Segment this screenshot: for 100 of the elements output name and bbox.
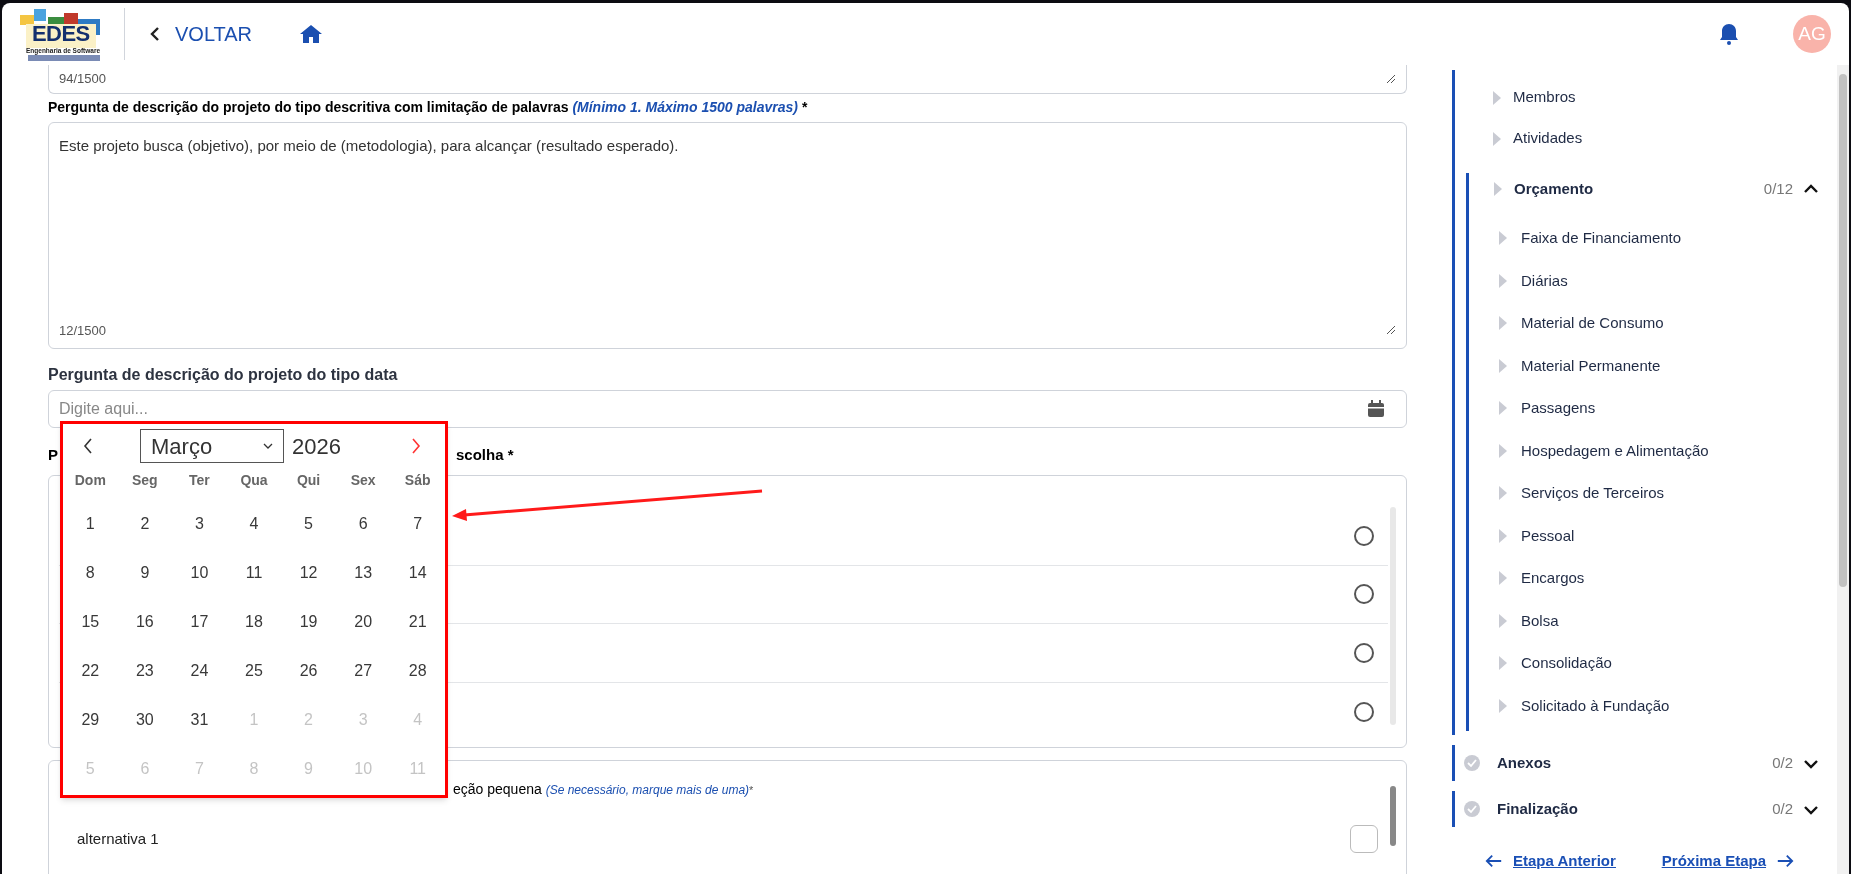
arrow-right-icon [1776, 853, 1794, 868]
calendar-day[interactable]: 28 [390, 646, 445, 695]
weekday-label: Dom [73, 470, 107, 490]
weekday-label: Qua [239, 470, 269, 490]
caret-right-icon [1499, 613, 1507, 628]
calendar-day[interactable]: 26 [281, 646, 336, 695]
sidebar-item[interactable]: Material Permanente [1521, 354, 1661, 377]
text-area[interactable]: 94/1500 [48, 65, 1407, 94]
caret-right-icon [1499, 528, 1507, 543]
calendar-day[interactable]: 16 [117, 597, 173, 646]
text-area-value: Este projeto busca (objetivo), por meio de (metodologia), para alcançar (resultado esperado). [59, 136, 680, 156]
sidebar-item[interactable]: Material de Consumo [1521, 312, 1664, 335]
previous-step-button[interactable]: Etapa Anterior [1485, 849, 1616, 872]
progress-count: 0/2 [1772, 752, 1793, 773]
text-area[interactable]: Este projeto busca (objetivo), por meio de (metodologia), para alcançar (resultado esperado). 12/1500 [48, 122, 1407, 349]
calendar-day[interactable]: 9 [117, 548, 173, 597]
calendar-day[interactable]: 18 [226, 597, 282, 646]
calendar-day[interactable]: 4 [226, 499, 282, 548]
calendar-day[interactable]: 23 [117, 646, 173, 695]
sidebar-item[interactable]: Hospedagem e Alimentação [1521, 439, 1709, 462]
next-step-button[interactable]: Próxima Etapa [1661, 849, 1794, 872]
weekday-label: Ter [188, 470, 211, 490]
page-scrollbar[interactable] [1837, 65, 1849, 874]
question-label: Pergunta de descrição do projeto do tipo data [48, 365, 399, 385]
sidebar-item[interactable]: Passagens [1521, 397, 1596, 420]
sidebar-item[interactable]: Consolidação [1521, 652, 1612, 675]
caret-right-icon [1494, 182, 1502, 196]
question-label-fragment: P [48, 445, 58, 465]
calendar-day[interactable]: 19 [281, 597, 336, 646]
question-label: eção pequena (Se necessário, marque mais de uma)* [453, 780, 755, 799]
calendar-day[interactable]: 30 [117, 695, 173, 744]
sidebar-item[interactable]: Faixa de Financiamento [1521, 227, 1682, 250]
caret-right-icon [1499, 273, 1507, 288]
calendar-day[interactable]: 31 [172, 695, 227, 744]
arrow-left-icon [1485, 853, 1503, 868]
check-circle-icon [1464, 801, 1480, 817]
sidebar-item[interactable]: Diárias [1521, 269, 1568, 292]
sidebar-item[interactable]: Orçamento [1514, 177, 1594, 201]
month-select[interactable]: Março [140, 429, 284, 463]
sidebar-item[interactable]: Pessoal [1521, 524, 1575, 547]
calendar-day[interactable]: 1 [63, 499, 118, 548]
caret-right-icon [1499, 656, 1507, 671]
progress-count: 0/2 [1772, 798, 1793, 819]
calendar-day[interactable]: 12 [281, 548, 336, 597]
checkbox[interactable] [1350, 825, 1378, 853]
calendar-day[interactable]: 20 [335, 597, 391, 646]
notification-bell-icon[interactable] [1717, 21, 1741, 47]
date-input-field[interactable]: Digite aqui... [48, 390, 1407, 428]
calendar-day[interactable]: 17 [172, 597, 227, 646]
back-button[interactable]: VOLTAR [149, 19, 253, 49]
calendar-day[interactable]: 2 [117, 499, 173, 548]
check-circle-icon [1464, 755, 1480, 771]
caret-right-icon [1499, 231, 1507, 246]
calendar-day[interactable]: 6 [335, 499, 391, 548]
calendar-day[interactable]: 24 [172, 646, 227, 695]
sidebar-item[interactable]: Bolsa [1521, 609, 1559, 632]
progress-count: 0/12 [1763, 178, 1793, 199]
sidebar-item[interactable]: Atividades [1513, 127, 1583, 150]
weekday-label: Sáb [403, 470, 432, 490]
calendar-day[interactable]: 21 [390, 597, 445, 646]
weekday-label: Sex [349, 470, 377, 490]
radio-button[interactable] [1354, 642, 1374, 663]
calendar-day[interactable]: 10 [172, 548, 227, 597]
caret-right-icon [1499, 316, 1507, 331]
radio-button[interactable] [1354, 584, 1374, 605]
character-counter: 12/1500 [59, 321, 106, 340]
step-title[interactable]: Anexos [1497, 751, 1552, 775]
calendar-day[interactable]: 7 [390, 499, 445, 548]
calendar-day[interactable]: 11 [226, 548, 282, 597]
step-title[interactable]: Finalização [1497, 797, 1578, 821]
sidebar-item[interactable]: Encargos [1521, 567, 1585, 590]
calendar-day[interactable]: 15 [63, 597, 118, 646]
weekday-label: Seg [131, 470, 159, 490]
next-month-icon[interactable] [411, 438, 421, 454]
calendar-day[interactable]: 14 [390, 548, 445, 597]
caret-right-icon [1499, 443, 1507, 458]
radio-button[interactable] [1354, 701, 1374, 722]
radio-button[interactable] [1354, 525, 1374, 546]
calendar-icon[interactable] [1367, 400, 1385, 418]
year-field[interactable]: 2026 [292, 429, 341, 463]
calendar-day[interactable]: 22 [63, 646, 118, 695]
resize-handle-icon[interactable] [1386, 325, 1396, 336]
sidebar-item[interactable]: Serviços de Terceiros [1521, 482, 1665, 505]
calendar-day[interactable]: 29 [63, 695, 118, 744]
previous-month-icon[interactable] [83, 438, 93, 454]
question-label: Pergunta de descrição do projeto do tipo descritiva com limitação de palavras (Mínimo 1. Máximo 1500 palavras) * [48, 98, 809, 117]
calendar-day[interactable]: 13 [335, 548, 391, 597]
calendar-day[interactable]: 25 [226, 646, 282, 695]
calendar-day[interactable]: 5 [281, 499, 336, 548]
calendar-day[interactable]: 3 [172, 499, 227, 548]
scrollbar[interactable] [1390, 786, 1396, 846]
caret-right-icon [1499, 698, 1507, 713]
sidebar-item[interactable]: Solicitado à Fundação [1521, 694, 1670, 717]
calendar-day[interactable]: 8 [63, 548, 118, 597]
option-label: alternativa 1 [77, 828, 159, 849]
caret-right-icon [1499, 486, 1507, 501]
resize-handle-icon[interactable] [1386, 74, 1396, 84]
caret-right-icon [1493, 90, 1501, 105]
sidebar-item[interactable]: Membros [1513, 86, 1576, 109]
calendar-day[interactable]: 27 [335, 646, 391, 695]
